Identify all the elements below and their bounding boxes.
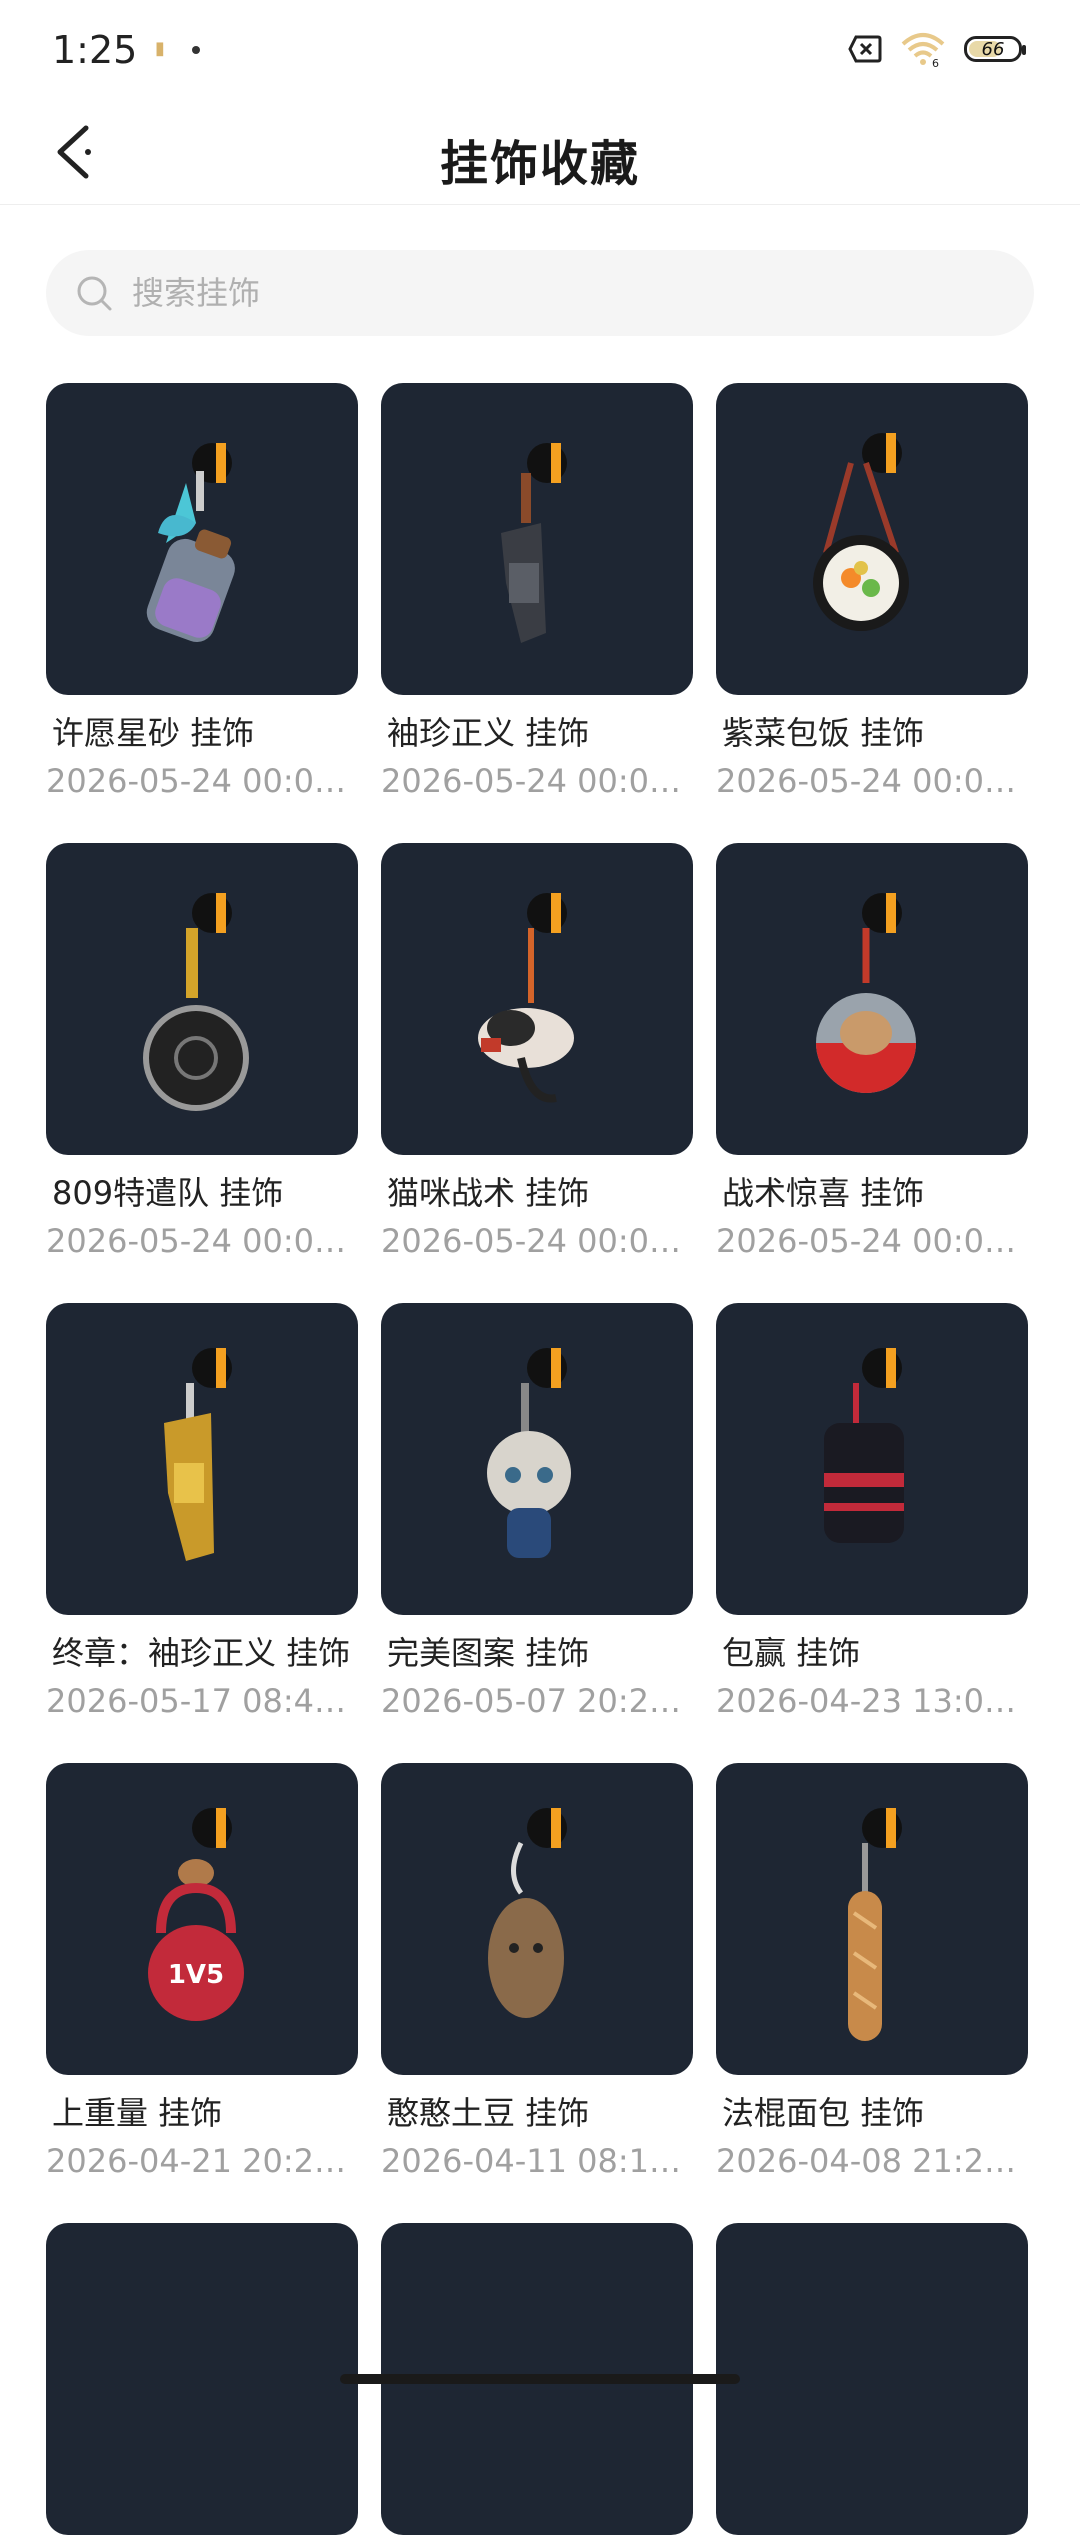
notification-icon: ▮ (155, 38, 165, 59)
charm-name: 上重量 挂饰 (52, 2094, 223, 2132)
cat-charm-icon (478, 893, 574, 1103)
charm-date: 2026-05-24 00:00:00 (46, 762, 358, 800)
page-title: 挂饰收藏 (439, 136, 640, 192)
baguette-charm-icon (848, 1808, 902, 2041)
charm-name: 憨憨土豆 挂饰 (387, 2094, 590, 2132)
charm-thumbnail (716, 843, 1028, 1155)
charm-thumbnail: 1V5 (46, 1763, 358, 2075)
sushi-roll-charm-icon (813, 433, 909, 631)
charm-card[interactable]: 终章：袖珍正义 挂饰 2026-05-17 08:40:00 (46, 1303, 358, 1723)
charm-thumbnail (381, 843, 693, 1155)
charm-card[interactable]: 1V5 上重量 挂饰 2026-04-21 20:20:00 (46, 1763, 358, 2183)
charm-date: 2026-05-24 00:00:00 (381, 1222, 693, 1260)
svg-text:6: 6 (932, 57, 939, 68)
charm-card[interactable] (716, 2223, 1028, 2535)
charm-thumbnail (46, 843, 358, 1155)
charm-card[interactable] (46, 2223, 358, 2535)
charm-thumbnail (716, 2223, 1028, 2535)
charm-date: 2026-05-24 00:00:00 (381, 762, 693, 800)
status-icons: 6 66 (848, 30, 1026, 68)
charm-date: 2026-05-17 08:40:00 (46, 1682, 358, 1720)
charm-card[interactable]: 战术惊喜 挂饰 2026-05-24 00:00:00 (716, 843, 1028, 1263)
charm-card[interactable]: 完美图案 挂饰 2026-05-07 20:20:00 (381, 1303, 693, 1723)
battery-level: 66 (981, 38, 1005, 60)
charm-date: 2026-04-11 08:19:00 (381, 2142, 693, 2180)
header: 挂饰收藏 (0, 100, 1080, 205)
charm-grid: 许愿星砂 挂饰 2026-05-24 00:00:00 袖珍正义 挂饰 2026… (46, 383, 1046, 2535)
sim-error-icon (848, 35, 882, 63)
charm-date: 2026-04-23 13:00:00 (716, 1682, 1028, 1720)
charm-date: 2026-05-24 00:00:00 (716, 1222, 1028, 1260)
charm-name: 紫菜包饭 挂饰 (722, 714, 925, 752)
charm-name: 战术惊喜 挂饰 (722, 1174, 925, 1212)
gold-pistol-charm-icon (164, 1348, 232, 1561)
charm-card[interactable]: 紫菜包饭 挂饰 2026-05-24 00:00:00 (716, 383, 1028, 803)
charm-thumbnail (46, 1303, 358, 1615)
charm-card[interactable]: 许愿星砂 挂饰 2026-05-24 00:00:00 (46, 383, 358, 803)
charm-name: 包赢 挂饰 (722, 1634, 861, 1672)
charm-name: 法棍面包 挂饰 (722, 2094, 925, 2132)
charm-name: 终章：袖珍正义 挂饰 (52, 1634, 351, 1672)
charm-card[interactable]: 809特遣队 挂饰 2026-05-24 00:00:00 (46, 843, 358, 1263)
charm-card[interactable]: 猫咪战术 挂饰 2026-05-24 00:00:00 (381, 843, 693, 1263)
search-icon (77, 276, 112, 311)
charm-name: 猫咪战术 挂饰 (387, 1174, 590, 1212)
search-input[interactable] (130, 273, 934, 313)
charm-thumbnail (716, 383, 1028, 695)
charm-thumbnail (46, 2223, 358, 2535)
status-time: 1:25 (52, 28, 138, 72)
charm-name: 袖珍正义 挂饰 (387, 714, 590, 752)
doll-charm-icon (487, 1348, 571, 1558)
pan-charm-icon (143, 893, 249, 1111)
home-indicator[interactable] (340, 2374, 740, 2384)
svg-text:1V5: 1V5 (168, 1960, 224, 1990)
charm-thumbnail (46, 383, 358, 695)
notification-dot-icon (192, 46, 200, 54)
mini-pistol-charm-icon (501, 443, 567, 643)
charm-thumbnail (381, 383, 693, 695)
charm-date: 2026-04-08 21:20:00 (716, 2142, 1028, 2180)
charm-name: 许愿星砂 挂饰 (52, 714, 255, 752)
wifi-icon: 6 (901, 33, 945, 68)
potato-charm-icon (488, 1808, 567, 2018)
charm-thumbnail (381, 1303, 693, 1615)
charm-card[interactable]: 袖珍正义 挂饰 2026-05-24 00:00:00 (381, 383, 693, 803)
charm-date: 2026-05-24 00:00:00 (716, 762, 1028, 800)
charm-date: 2026-05-24 00:00:00 (46, 1222, 358, 1260)
backpack-charm-icon (824, 1348, 904, 1543)
capsule-toy-charm-icon (816, 893, 916, 1093)
charm-thumbnail (716, 1763, 1028, 2075)
status-bar: 1:25 ▮ 6 66 (0, 0, 1080, 100)
wish-bottle-charm-icon (146, 443, 235, 643)
search-bar[interactable] (46, 250, 1034, 336)
charm-name: 完美图案 挂饰 (387, 1634, 590, 1672)
charm-name: 809特遣队 挂饰 (52, 1174, 284, 1212)
charm-card[interactable]: 憨憨土豆 挂饰 2026-04-11 08:19:00 (381, 1763, 693, 2183)
battery-icon: 66 (964, 36, 1026, 62)
charm-date: 2026-04-21 20:20:00 (46, 2142, 358, 2180)
charm-card[interactable]: 包赢 挂饰 2026-04-23 13:00:00 (716, 1303, 1028, 1723)
kettlebell-charm-icon: 1V5 (148, 1808, 244, 2021)
charm-thumbnail (381, 1763, 693, 2075)
charm-card[interactable]: 法棍面包 挂饰 2026-04-08 21:20:00 (716, 1763, 1028, 2183)
charm-thumbnail (716, 1303, 1028, 1615)
charm-date: 2026-05-07 20:20:00 (381, 1682, 693, 1720)
